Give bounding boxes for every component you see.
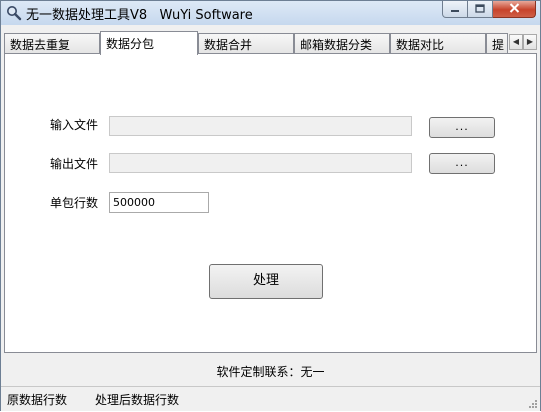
tab-email-classify[interactable]: 邮箱数据分类 xyxy=(294,33,390,54)
tab-merge[interactable]: 数据合并 xyxy=(198,33,294,54)
close-icon xyxy=(509,2,520,16)
magnifier-icon xyxy=(6,5,22,21)
tab-compare[interactable]: 数据对比 xyxy=(390,33,486,54)
maximize-button[interactable] xyxy=(468,1,493,18)
close-button[interactable] xyxy=(493,1,536,18)
status-bar: 原数据行数 处理后数据行数 xyxy=(1,386,540,411)
rows-per-pack-label: 单包行数 xyxy=(50,196,99,210)
tab-label: 提 xyxy=(492,38,505,52)
window-title: 无一数据处理工具V8 WuYi Software xyxy=(26,8,253,23)
title-bar[interactable]: 无一数据处理工具V8 WuYi Software xyxy=(1,1,540,25)
rows-per-pack-input[interactable]: 500000 xyxy=(109,192,209,213)
maximize-icon xyxy=(475,2,485,16)
arrow-right-icon: ▶ xyxy=(526,37,534,46)
tab-scroll-buttons: ◀ ▶ xyxy=(509,34,537,50)
tab-scroll-left-button[interactable]: ◀ xyxy=(509,34,523,50)
tab-label: 数据合并 xyxy=(204,38,253,52)
tab-panel-split: 输入文件 ... 输出文件 ... 单包行数 500000 处理 xyxy=(4,53,537,353)
browse-button-label: ... xyxy=(455,120,469,133)
browse-output-button[interactable]: ... xyxy=(429,153,495,174)
tab-label: 数据去重复 xyxy=(10,38,71,52)
minimize-button[interactable] xyxy=(442,1,468,18)
output-file-label: 输出文件 xyxy=(50,157,99,171)
app-window: 无一数据处理工具V8 WuYi Software 数据去重复 数据分包 数据合并… xyxy=(0,0,541,411)
browse-button-label: ... xyxy=(455,156,469,169)
input-file-label: 输入文件 xyxy=(50,118,99,132)
resize-grip-icon[interactable] xyxy=(527,398,538,409)
tab-label: 邮箱数据分类 xyxy=(300,38,373,52)
tab-scroll-right-button[interactable]: ▶ xyxy=(523,34,537,50)
minimize-icon xyxy=(450,2,460,16)
tab-extract[interactable]: 提 xyxy=(486,33,508,54)
browse-input-button[interactable]: ... xyxy=(429,117,495,138)
input-file-field[interactable] xyxy=(109,116,412,136)
process-button-label: 处理 xyxy=(252,273,279,288)
status-original-rows: 原数据行数 xyxy=(7,393,68,407)
arrow-left-icon: ◀ xyxy=(512,37,520,46)
window-controls xyxy=(442,1,536,19)
tab-strip: 数据去重复 数据分包 数据合并 邮箱数据分类 数据对比 提 ◀ ▶ xyxy=(4,31,537,55)
tab-label: 数据对比 xyxy=(396,38,445,52)
tab-dedupe[interactable]: 数据去重复 xyxy=(4,33,100,54)
tab-label: 数据分包 xyxy=(106,37,155,51)
status-processed-rows: 处理后数据行数 xyxy=(95,393,180,407)
process-button[interactable]: 处理 xyxy=(209,264,323,299)
output-file-field[interactable] xyxy=(109,153,412,173)
tab-split[interactable]: 数据分包 xyxy=(100,31,198,55)
contact-note: 软件定制联系：无一 xyxy=(216,365,325,379)
